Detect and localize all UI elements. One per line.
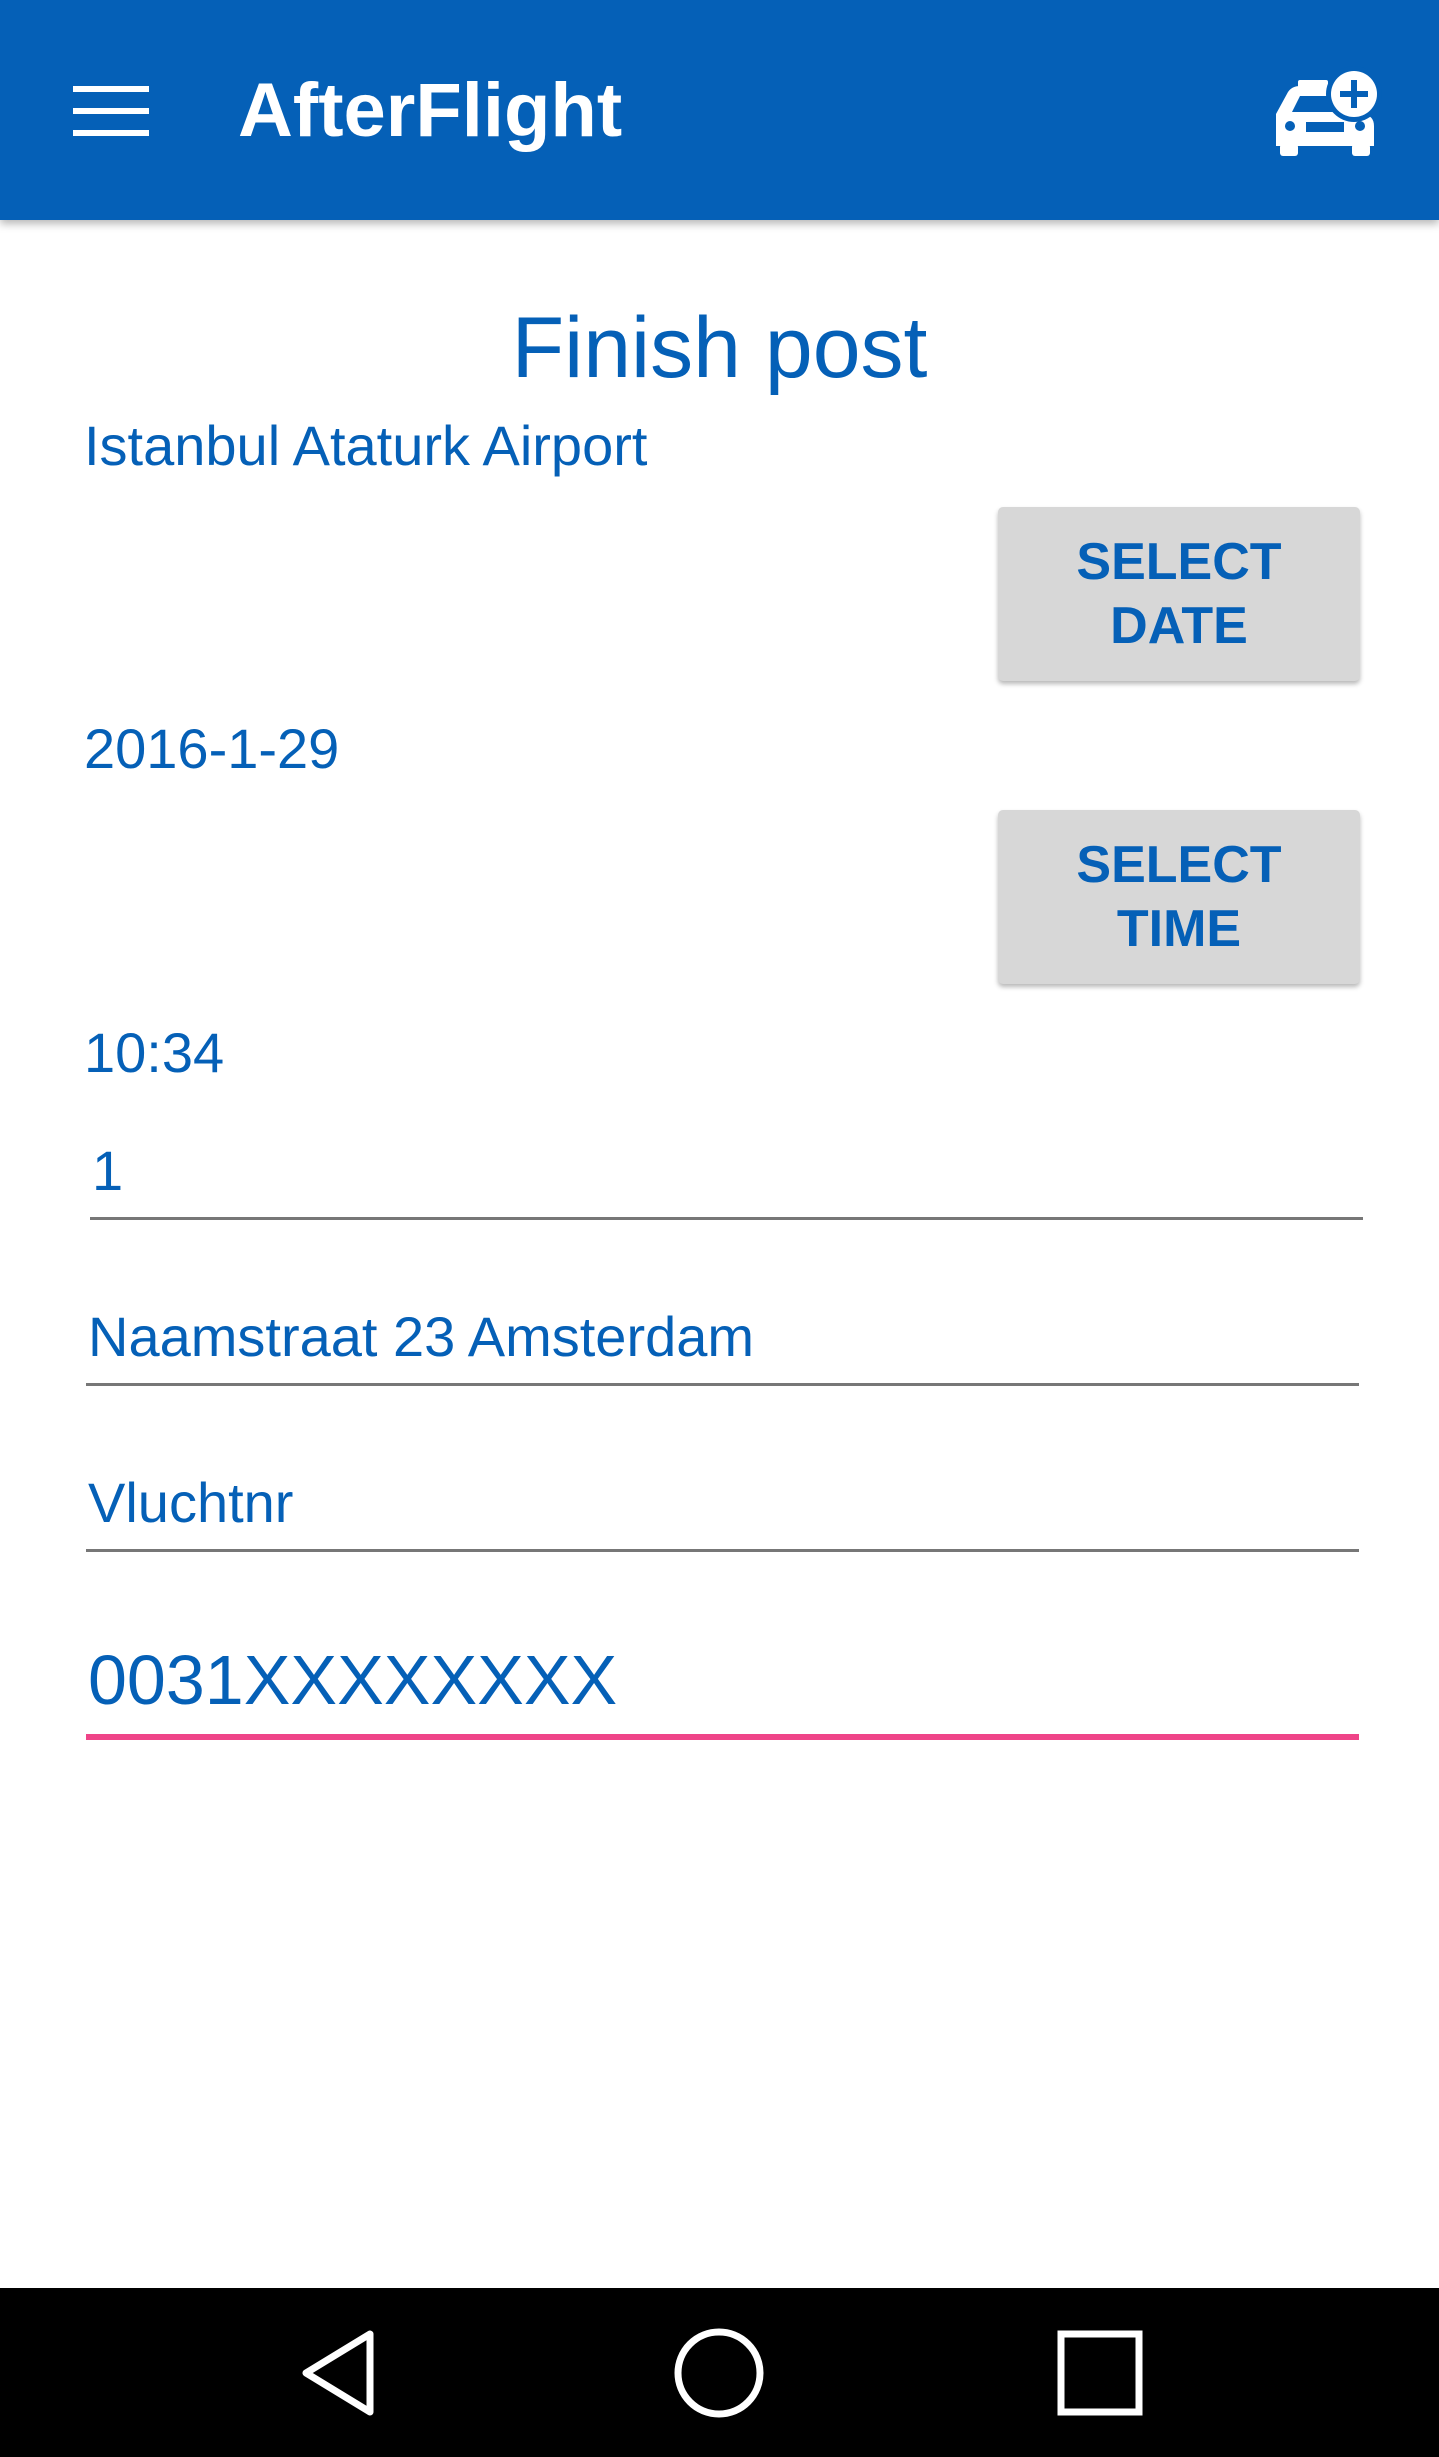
address-value: Naamstraat 23 Amsterdam [88,1305,755,1368]
airport-label: Istanbul Ataturk Airport [84,414,648,477]
passengers-underline [90,1217,1363,1220]
flight-number-underline [86,1549,1359,1552]
passengers-field[interactable]: 1 [90,1120,1363,1220]
select-date-button[interactable]: SELECT DATE [998,507,1360,681]
recents-square-icon[interactable] [1000,2288,1200,2457]
app-title: AfterFlight [238,68,623,153]
date-value: 2016-1-29 [84,717,340,780]
time-value: 10:34 [84,1021,225,1084]
phone-underline [86,1734,1359,1740]
passengers-value: 1 [92,1139,124,1202]
phone-value: 0031XXXXXXXX [88,1641,618,1719]
app-bar: AfterFlight [0,0,1439,220]
page-title: Finish post [511,300,928,396]
add-taxi-icon[interactable] [1262,56,1388,166]
home-circle-icon[interactable] [619,2288,819,2457]
system-nav-bar [0,2288,1439,2457]
flight-number-placeholder: Vluchtnr [88,1471,294,1534]
flight-number-field[interactable]: Vluchtnr [86,1452,1359,1552]
phone-field[interactable]: 0031XXXXXXXX [86,1614,1359,1740]
back-triangle-icon[interactable] [238,2288,438,2457]
address-underline [86,1383,1359,1386]
select-time-button[interactable]: SELECT TIME [998,810,1360,984]
finish-post-form: Finish post Istanbul Ataturk Airport SEL… [0,220,1439,2288]
address-field[interactable]: Naamstraat 23 Amsterdam [86,1286,1359,1386]
hamburger-menu-icon[interactable] [56,66,166,156]
